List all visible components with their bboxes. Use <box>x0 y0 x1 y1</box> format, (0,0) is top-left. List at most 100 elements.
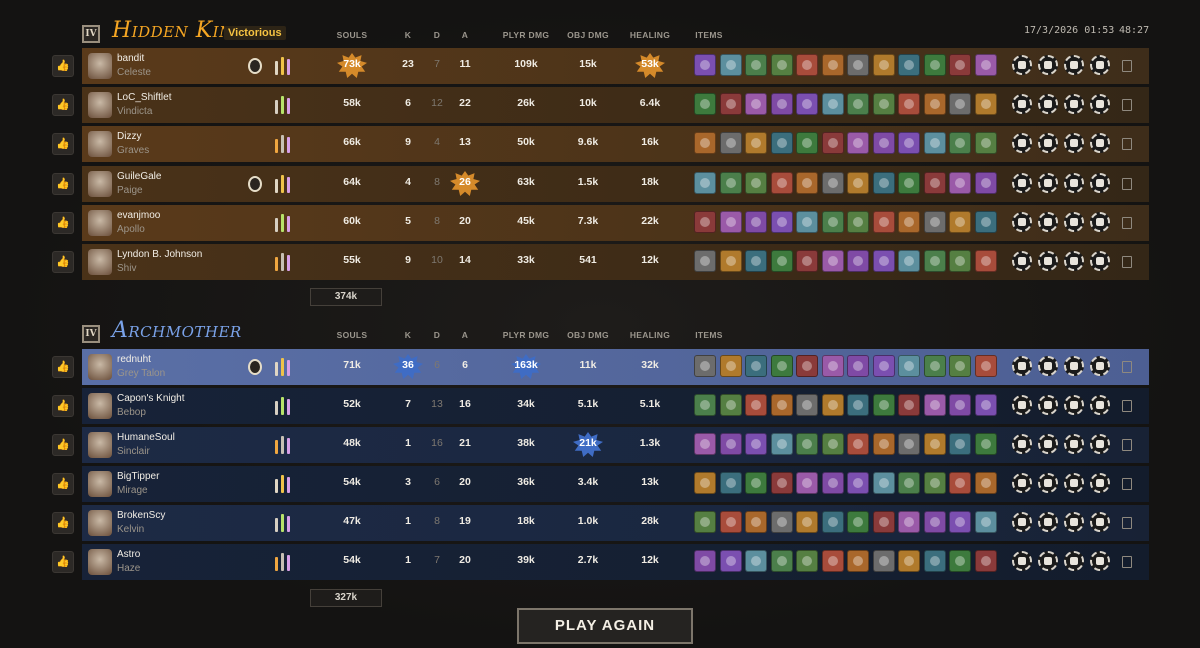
ability-icon[interactable] <box>1012 512 1032 532</box>
item-icon[interactable] <box>821 433 844 455</box>
item-icon[interactable] <box>694 93 716 115</box>
item-icon[interactable] <box>694 54 716 76</box>
item-icon[interactable] <box>949 93 971 115</box>
item-icon[interactable] <box>872 550 895 572</box>
item-icon[interactable] <box>898 394 920 416</box>
ability-icon[interactable] <box>1090 473 1110 493</box>
item-icon[interactable] <box>821 355 844 377</box>
item-icon[interactable] <box>770 550 793 572</box>
ability-icon[interactable] <box>1038 434 1058 454</box>
ability-icon[interactable] <box>1038 212 1058 232</box>
item-icon[interactable] <box>872 394 895 416</box>
item-icon[interactable] <box>821 250 844 272</box>
item-icon[interactable] <box>719 93 742 115</box>
player-name[interactable]: Astro <box>117 549 140 560</box>
item-icon[interactable] <box>770 433 793 455</box>
ability-icon[interactable] <box>1064 251 1084 271</box>
player-name[interactable]: rednuht <box>117 354 151 365</box>
player-name[interactable]: bandit <box>117 53 144 64</box>
item-icon[interactable] <box>745 433 767 455</box>
item-icon[interactable] <box>898 172 920 194</box>
item-icon[interactable] <box>898 472 920 494</box>
item-icon[interactable] <box>821 93 844 115</box>
item-icon[interactable] <box>796 54 818 76</box>
item-icon[interactable] <box>745 172 767 194</box>
item-icon[interactable] <box>923 250 946 272</box>
item-icon[interactable] <box>719 433 742 455</box>
item-icon[interactable] <box>796 211 818 233</box>
ability-icon[interactable] <box>1012 395 1032 415</box>
item-icon[interactable] <box>821 511 844 533</box>
item-icon[interactable] <box>949 355 971 377</box>
item-icon[interactable] <box>949 211 971 233</box>
item-icon[interactable] <box>745 394 767 416</box>
item-icon[interactable] <box>847 355 869 377</box>
item-icon[interactable] <box>796 472 818 494</box>
player-row[interactable]: Dizzy Graves 66k 9 4 13 50k 9.6k 16k <box>82 126 1149 162</box>
item-icon[interactable] <box>974 355 997 377</box>
item-icon[interactable] <box>770 54 793 76</box>
copy-icon[interactable] <box>1122 178 1132 190</box>
item-icon[interactable] <box>719 550 742 572</box>
item-icon[interactable] <box>770 93 793 115</box>
item-icon[interactable] <box>923 132 946 154</box>
ability-icon[interactable] <box>1090 55 1110 75</box>
like-button[interactable]: 👍 <box>52 512 74 534</box>
ability-icon[interactable] <box>1090 512 1110 532</box>
item-icon[interactable] <box>821 54 844 76</box>
ability-icon[interactable] <box>1012 251 1032 271</box>
ability-icon[interactable] <box>1090 94 1110 114</box>
ability-icon[interactable] <box>1038 251 1058 271</box>
item-icon[interactable] <box>949 433 971 455</box>
item-icon[interactable] <box>770 394 793 416</box>
item-icon[interactable] <box>923 93 946 115</box>
ability-icon[interactable] <box>1012 173 1032 193</box>
item-icon[interactable] <box>796 172 818 194</box>
ability-icon[interactable] <box>1064 212 1084 232</box>
like-button[interactable]: 👍 <box>52 55 74 77</box>
item-icon[interactable] <box>949 132 971 154</box>
ability-icon[interactable] <box>1064 55 1084 75</box>
player-name[interactable]: LoC_Shiftlet <box>117 92 171 103</box>
item-icon[interactable] <box>949 511 971 533</box>
item-icon[interactable] <box>821 472 844 494</box>
item-icon[interactable] <box>872 355 895 377</box>
item-icon[interactable] <box>872 250 895 272</box>
item-icon[interactable] <box>923 172 946 194</box>
ability-icon[interactable] <box>1038 133 1058 153</box>
item-icon[interactable] <box>796 511 818 533</box>
item-icon[interactable] <box>974 172 997 194</box>
item-icon[interactable] <box>694 172 716 194</box>
item-icon[interactable] <box>770 511 793 533</box>
ability-icon[interactable] <box>1090 251 1110 271</box>
player-row[interactable]: bandit Celeste 73k 23 7 11 109k 15k 53k <box>82 48 1149 84</box>
ability-icon[interactable] <box>1064 395 1084 415</box>
copy-icon[interactable] <box>1122 400 1132 412</box>
item-icon[interactable] <box>898 355 920 377</box>
item-icon[interactable] <box>898 211 920 233</box>
item-icon[interactable] <box>974 433 997 455</box>
item-icon[interactable] <box>923 355 946 377</box>
item-icon[interactable] <box>719 54 742 76</box>
item-icon[interactable] <box>898 550 920 572</box>
item-icon[interactable] <box>694 250 716 272</box>
item-icon[interactable] <box>974 211 997 233</box>
like-button[interactable]: 👍 <box>52 395 74 417</box>
ability-icon[interactable] <box>1064 473 1084 493</box>
item-icon[interactable] <box>872 132 895 154</box>
item-icon[interactable] <box>872 93 895 115</box>
item-icon[interactable] <box>923 472 946 494</box>
item-icon[interactable] <box>821 394 844 416</box>
item-icon[interactable] <box>745 472 767 494</box>
copy-icon[interactable] <box>1122 439 1132 451</box>
item-icon[interactable] <box>770 472 793 494</box>
item-icon[interactable] <box>974 250 997 272</box>
item-icon[interactable] <box>974 93 997 115</box>
item-icon[interactable] <box>745 511 767 533</box>
item-icon[interactable] <box>898 132 920 154</box>
item-icon[interactable] <box>796 93 818 115</box>
ability-icon[interactable] <box>1090 133 1110 153</box>
item-icon[interactable] <box>974 54 997 76</box>
ability-icon[interactable] <box>1090 212 1110 232</box>
item-icon[interactable] <box>719 472 742 494</box>
